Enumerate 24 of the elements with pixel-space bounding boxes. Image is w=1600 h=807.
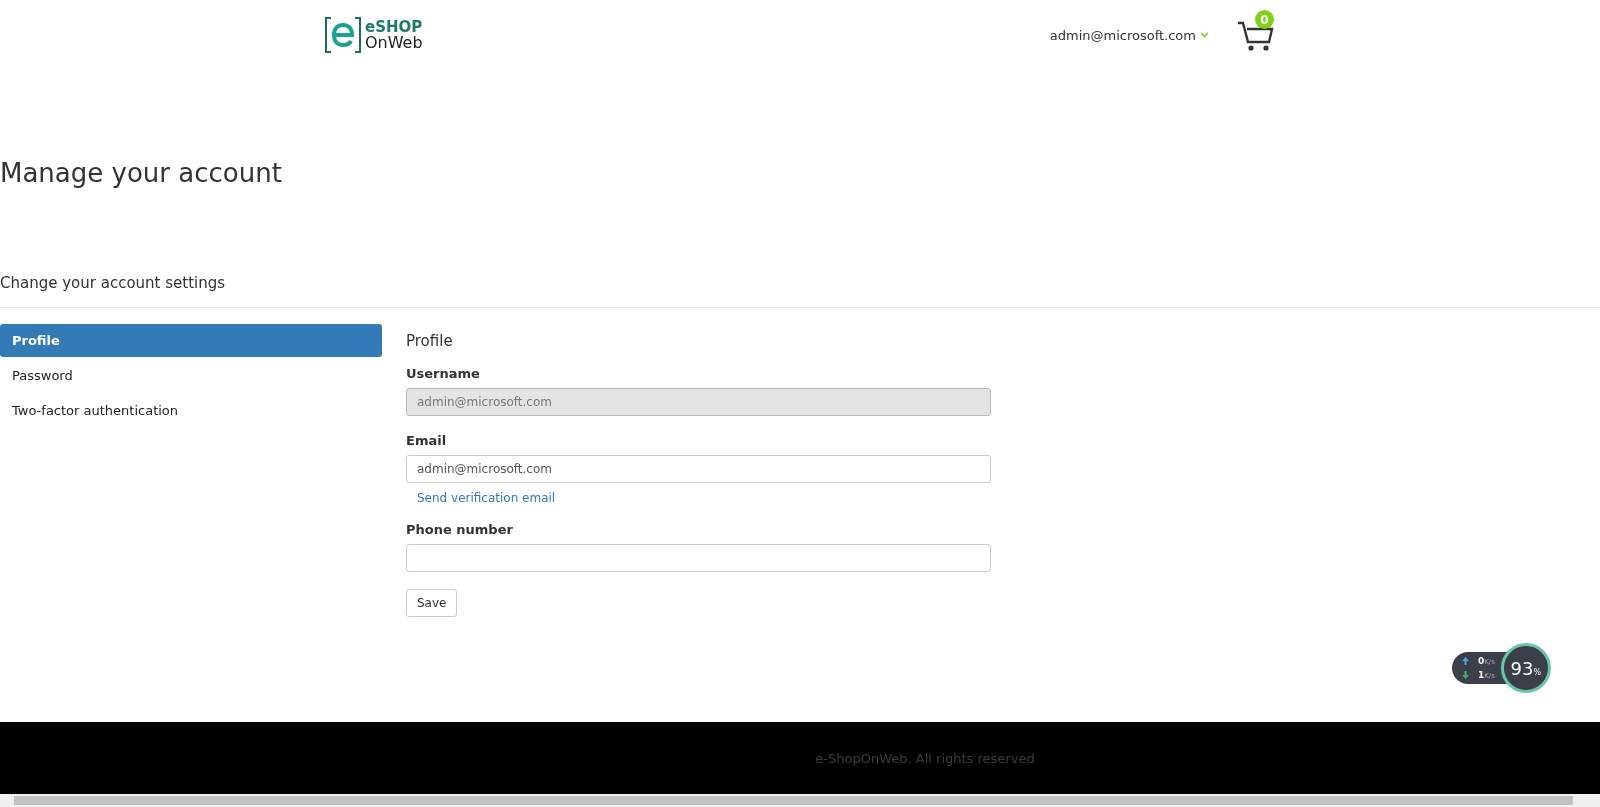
horizontal-scrollbar[interactable]	[0, 794, 1600, 807]
page-title: Manage your account	[0, 158, 283, 188]
verification-link[interactable]: Send verification email	[417, 491, 991, 505]
form-title: Profile	[406, 332, 453, 350]
nav-item[interactable]: Two-factor authentication	[0, 394, 382, 427]
save-button[interactable]: Save	[406, 589, 458, 617]
page-subtitle: Change your account settings	[0, 274, 227, 292]
memory-percent: 93%	[1510, 657, 1542, 679]
field-label: Email	[406, 433, 448, 448]
input-field[interactable]	[406, 544, 991, 572]
nav-item[interactable]: Profile	[0, 324, 382, 357]
logo-text: OnWeb	[365, 35, 423, 50]
field-label: Phone number	[406, 522, 514, 537]
download-arrow-icon	[1462, 671, 1469, 679]
logo-icon	[324, 16, 362, 54]
logo-text: eSHOP	[365, 20, 423, 35]
input-field[interactable]: admin@microsoft.com	[406, 455, 991, 483]
cart-badge: 0	[1255, 10, 1274, 29]
nav-item[interactable]: Password	[0, 359, 382, 392]
user-menu[interactable]: admin@microsoft.com	[1049, 27, 1196, 43]
footer-text: e-ShopOnWeb. All rights reserved	[815, 750, 1035, 766]
field-label: Username	[406, 366, 481, 381]
chevron-down-icon	[1200, 32, 1209, 38]
upload-arrow-icon	[1462, 657, 1469, 665]
